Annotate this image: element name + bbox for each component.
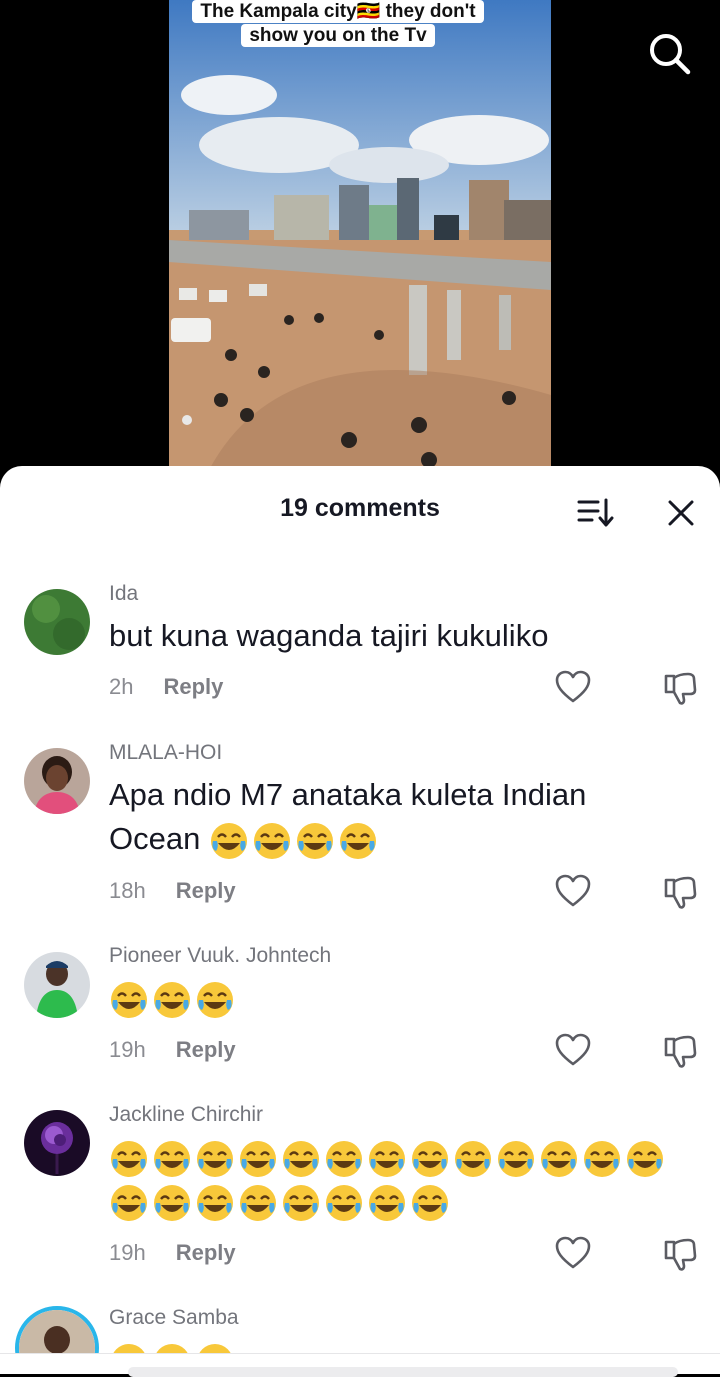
emoji-laugh bbox=[154, 981, 190, 1018]
comment-meta: 19h Reply bbox=[109, 1240, 236, 1266]
comment-meta: 2h Reply bbox=[109, 674, 223, 700]
comment-meta: 19h Reply bbox=[109, 1037, 236, 1063]
emoji-laugh bbox=[627, 1140, 663, 1177]
emoji-row bbox=[109, 976, 669, 1020]
emoji-laugh bbox=[154, 1140, 190, 1177]
emoji-laugh bbox=[412, 1184, 448, 1221]
emoji-laugh bbox=[210, 822, 247, 859]
sort-icon[interactable] bbox=[576, 496, 616, 530]
emoji-laugh bbox=[326, 1184, 362, 1221]
emoji-laugh bbox=[296, 822, 333, 859]
emoji-row bbox=[109, 1135, 709, 1179]
comment-time: 18h bbox=[109, 878, 146, 903]
avatar[interactable] bbox=[24, 748, 90, 814]
comment-text bbox=[109, 976, 669, 1020]
emoji-laugh bbox=[111, 981, 147, 1018]
emoji-laugh bbox=[369, 1140, 405, 1177]
comment-time: 19h bbox=[109, 1037, 146, 1062]
comment-meta: 18h Reply bbox=[109, 878, 236, 904]
emoji-laugh bbox=[154, 1184, 190, 1221]
emoji-laugh bbox=[455, 1140, 491, 1177]
heart-icon[interactable] bbox=[555, 1033, 591, 1067]
comment-text: but kuna waganda tajiri kukuliko bbox=[109, 618, 549, 653]
avatar[interactable] bbox=[24, 589, 90, 655]
emoji-laugh bbox=[369, 1184, 405, 1221]
avatar[interactable] bbox=[24, 952, 90, 1018]
thumbs-down-icon[interactable] bbox=[662, 1033, 698, 1069]
emoji-laugh bbox=[240, 1184, 276, 1221]
video-area[interactable]: The Kampala city🇺🇬 they don't show you o… bbox=[0, 0, 720, 470]
emoji-laugh bbox=[253, 822, 290, 859]
emoji-laugh bbox=[111, 1140, 147, 1177]
comment-time: 19h bbox=[109, 1240, 146, 1265]
comment-username[interactable]: MLALA-HOI bbox=[109, 741, 222, 765]
emoji-laugh bbox=[498, 1140, 534, 1177]
emoji-laugh bbox=[412, 1140, 448, 1177]
heart-icon[interactable] bbox=[555, 1236, 591, 1270]
emoji-laugh bbox=[197, 1184, 233, 1221]
video-caption: The Kampala city🇺🇬 they don't show you o… bbox=[178, 0, 498, 48]
thumbs-down-icon[interactable] bbox=[662, 1236, 698, 1272]
reply-button[interactable]: Reply bbox=[176, 1037, 236, 1062]
emoji-laugh bbox=[339, 822, 376, 859]
comment-username[interactable]: Jackline Chirchir bbox=[109, 1103, 263, 1127]
reply-button[interactable]: Reply bbox=[163, 674, 223, 699]
comment-username[interactable]: Pioneer Vuuk. Johntech bbox=[109, 944, 331, 968]
comment-text: Apa ndio M7 anataka kuleta Indian Ocean bbox=[109, 773, 669, 861]
emoji-laugh bbox=[240, 1140, 276, 1177]
comments-sheet[interactable]: 19 comments Ida but kuna waganda tajiri … bbox=[0, 466, 720, 1373]
heart-icon[interactable] bbox=[555, 874, 591, 908]
comment-username[interactable]: Ida bbox=[109, 582, 138, 606]
comment-username[interactable]: Grace Samba bbox=[109, 1306, 239, 1330]
video-scene bbox=[169, 0, 551, 470]
heart-icon[interactable] bbox=[555, 670, 591, 704]
emoji-group bbox=[209, 821, 381, 859]
avatar[interactable] bbox=[24, 1110, 90, 1176]
video-frame[interactable] bbox=[169, 0, 551, 470]
emoji-laugh bbox=[283, 1184, 319, 1221]
emoji-laugh bbox=[197, 981, 233, 1018]
comment-text bbox=[109, 1135, 709, 1223]
emoji-laugh bbox=[326, 1140, 362, 1177]
thumbs-down-icon[interactable] bbox=[662, 670, 698, 706]
video-caption-text: The Kampala city🇺🇬 they don't show you o… bbox=[192, 0, 484, 47]
reply-button[interactable]: Reply bbox=[176, 1240, 236, 1265]
emoji-laugh bbox=[197, 1140, 233, 1177]
emoji-laugh bbox=[283, 1140, 319, 1177]
emoji-laugh bbox=[584, 1140, 620, 1177]
search-icon[interactable] bbox=[646, 30, 692, 76]
close-icon[interactable] bbox=[664, 496, 698, 530]
emoji-laugh bbox=[111, 1184, 147, 1221]
comment-input-field[interactable] bbox=[128, 1367, 678, 1377]
reply-button[interactable]: Reply bbox=[176, 878, 236, 903]
emoji-row bbox=[109, 1179, 709, 1223]
thumbs-down-icon[interactable] bbox=[662, 874, 698, 910]
comment-time: 2h bbox=[109, 674, 134, 699]
comments-header: 19 comments bbox=[0, 466, 720, 556]
emoji-laugh bbox=[541, 1140, 577, 1177]
